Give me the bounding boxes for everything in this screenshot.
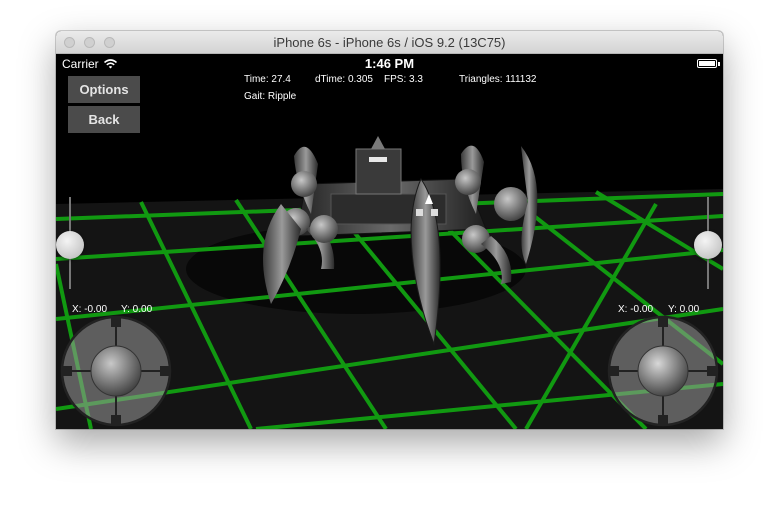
time-stat: Time: 27.4 xyxy=(244,74,291,85)
right-joystick[interactable] xyxy=(607,315,719,427)
left-joystick[interactable] xyxy=(60,315,172,427)
triangles-stat: Triangles: 111132 xyxy=(459,74,537,85)
fps-stat: FPS: 3.3 xyxy=(384,74,423,85)
right-joystick-knob xyxy=(637,345,689,397)
window-title: iPhone 6s - iPhone 6s / iOS 9.2 (13C75) xyxy=(273,35,506,50)
left-joystick-x-label: X: -0.00 xyxy=(72,304,108,315)
options-button[interactable]: Options xyxy=(68,76,140,103)
right-joystick-x-label: X: -0.00 xyxy=(618,304,654,315)
back-button[interactable]: Back xyxy=(68,106,140,133)
simulator-window: iPhone 6s - iPhone 6s / iOS 9.2 (13C75) xyxy=(56,31,723,429)
left-slider-thumb[interactable] xyxy=(56,231,84,259)
battery-tip xyxy=(718,62,720,66)
dtime-stat: dTime: 0.305 xyxy=(315,74,373,85)
left-joystick-y-label: Y: 0.00 xyxy=(121,304,153,315)
right-joystick-y-label: Y: 0.00 xyxy=(668,304,700,315)
left-joystick-knob xyxy=(90,345,142,397)
gait-stat: Gait: Ripple xyxy=(244,91,297,102)
status-clock: 1:46 PM xyxy=(364,56,415,71)
right-slider-thumb[interactable] xyxy=(694,231,722,259)
window-titlebar: iPhone 6s - iPhone 6s / iOS 9.2 (13C75) xyxy=(56,31,723,54)
device-screen: Carrier 1:46 PM Time: 27.4 dTime: 0.305 … xyxy=(56,54,723,429)
battery-icon xyxy=(697,59,717,68)
ios-status-bar: Carrier 1:46 PM xyxy=(56,54,723,74)
